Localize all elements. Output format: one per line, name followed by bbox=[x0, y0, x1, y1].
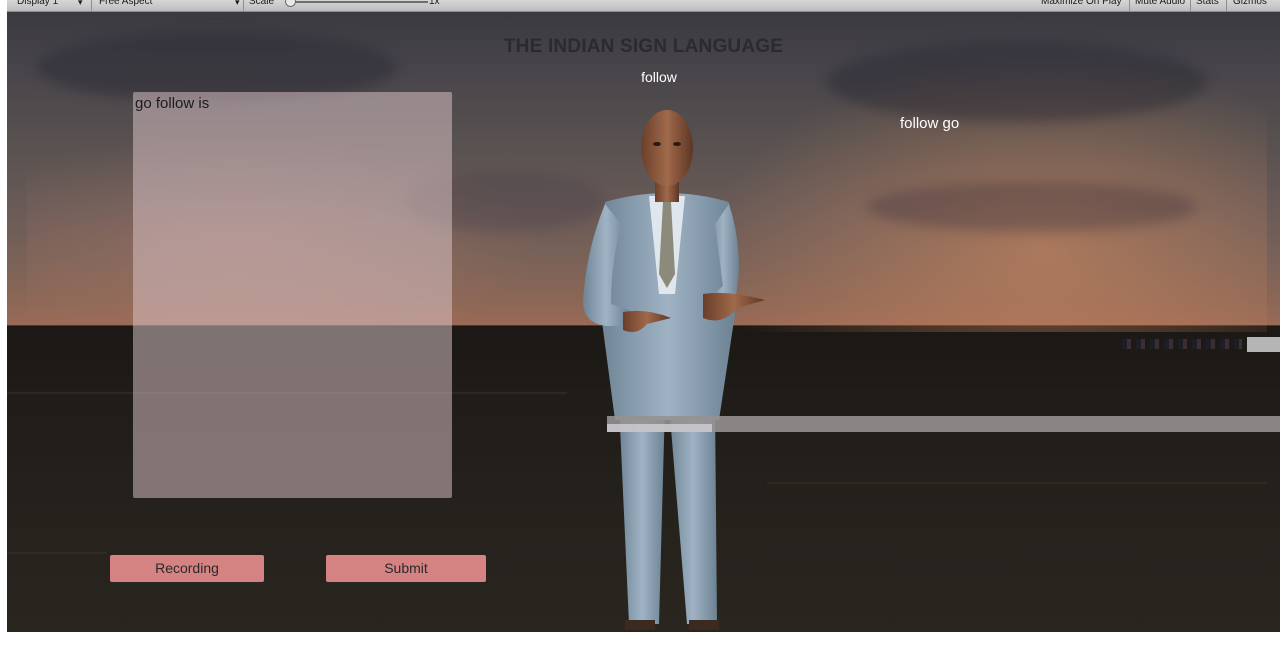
recording-button[interactable]: Recording bbox=[110, 555, 264, 582]
speech-text-area[interactable]: go follow is bbox=[133, 92, 452, 498]
ground-texture bbox=[7, 552, 107, 554]
game-view-toolbar: Display 1 ▾ Free Aspect ▾ Scale 1x Maxim… bbox=[7, 0, 1280, 12]
toolbar-separator bbox=[91, 0, 92, 11]
aspect-dropdown[interactable]: Free Aspect bbox=[99, 0, 152, 8]
ground-texture bbox=[767, 482, 1267, 484]
scale-slider-track[interactable] bbox=[291, 1, 428, 3]
submit-button[interactable]: Submit bbox=[326, 555, 486, 582]
current-sign-word: follow bbox=[641, 69, 677, 85]
game-viewport: THE INDIAN SIGN LANGUAGE follow follow g… bbox=[7, 12, 1280, 632]
scale-value: 1x bbox=[429, 0, 440, 7]
scale-slider-knob[interactable] bbox=[285, 0, 296, 7]
gizmos-toggle[interactable]: Gizmos bbox=[1233, 0, 1267, 8]
aspect-dropdown-arrow-icon[interactable]: ▾ bbox=[235, 0, 240, 8]
maximize-on-play-toggle[interactable]: Maximize On Play bbox=[1041, 0, 1122, 8]
cloud bbox=[867, 182, 1197, 232]
stats-toggle[interactable]: Stats bbox=[1196, 0, 1219, 8]
display-dropdown-arrow-icon[interactable]: ▾ bbox=[78, 0, 83, 8]
processed-sentence: follow go bbox=[900, 115, 960, 132]
toolbar-separator bbox=[1226, 0, 1227, 11]
display-dropdown[interactable]: Display 1 bbox=[17, 0, 58, 8]
speech-text-content: go follow is bbox=[135, 95, 210, 112]
scale-label: Scale bbox=[249, 0, 275, 7]
page-title: THE INDIAN SIGN LANGUAGE bbox=[503, 36, 784, 57]
toolbar-separator bbox=[1129, 0, 1130, 11]
toolbar-separator bbox=[1190, 0, 1191, 11]
render-artifact bbox=[1247, 337, 1280, 352]
mute-audio-toggle[interactable]: Mute Audio bbox=[1135, 0, 1185, 8]
render-artifact bbox=[607, 424, 712, 432]
render-artifact bbox=[1122, 339, 1242, 349]
toolbar-separator bbox=[243, 0, 244, 11]
sign-language-avatar bbox=[583, 110, 765, 630]
